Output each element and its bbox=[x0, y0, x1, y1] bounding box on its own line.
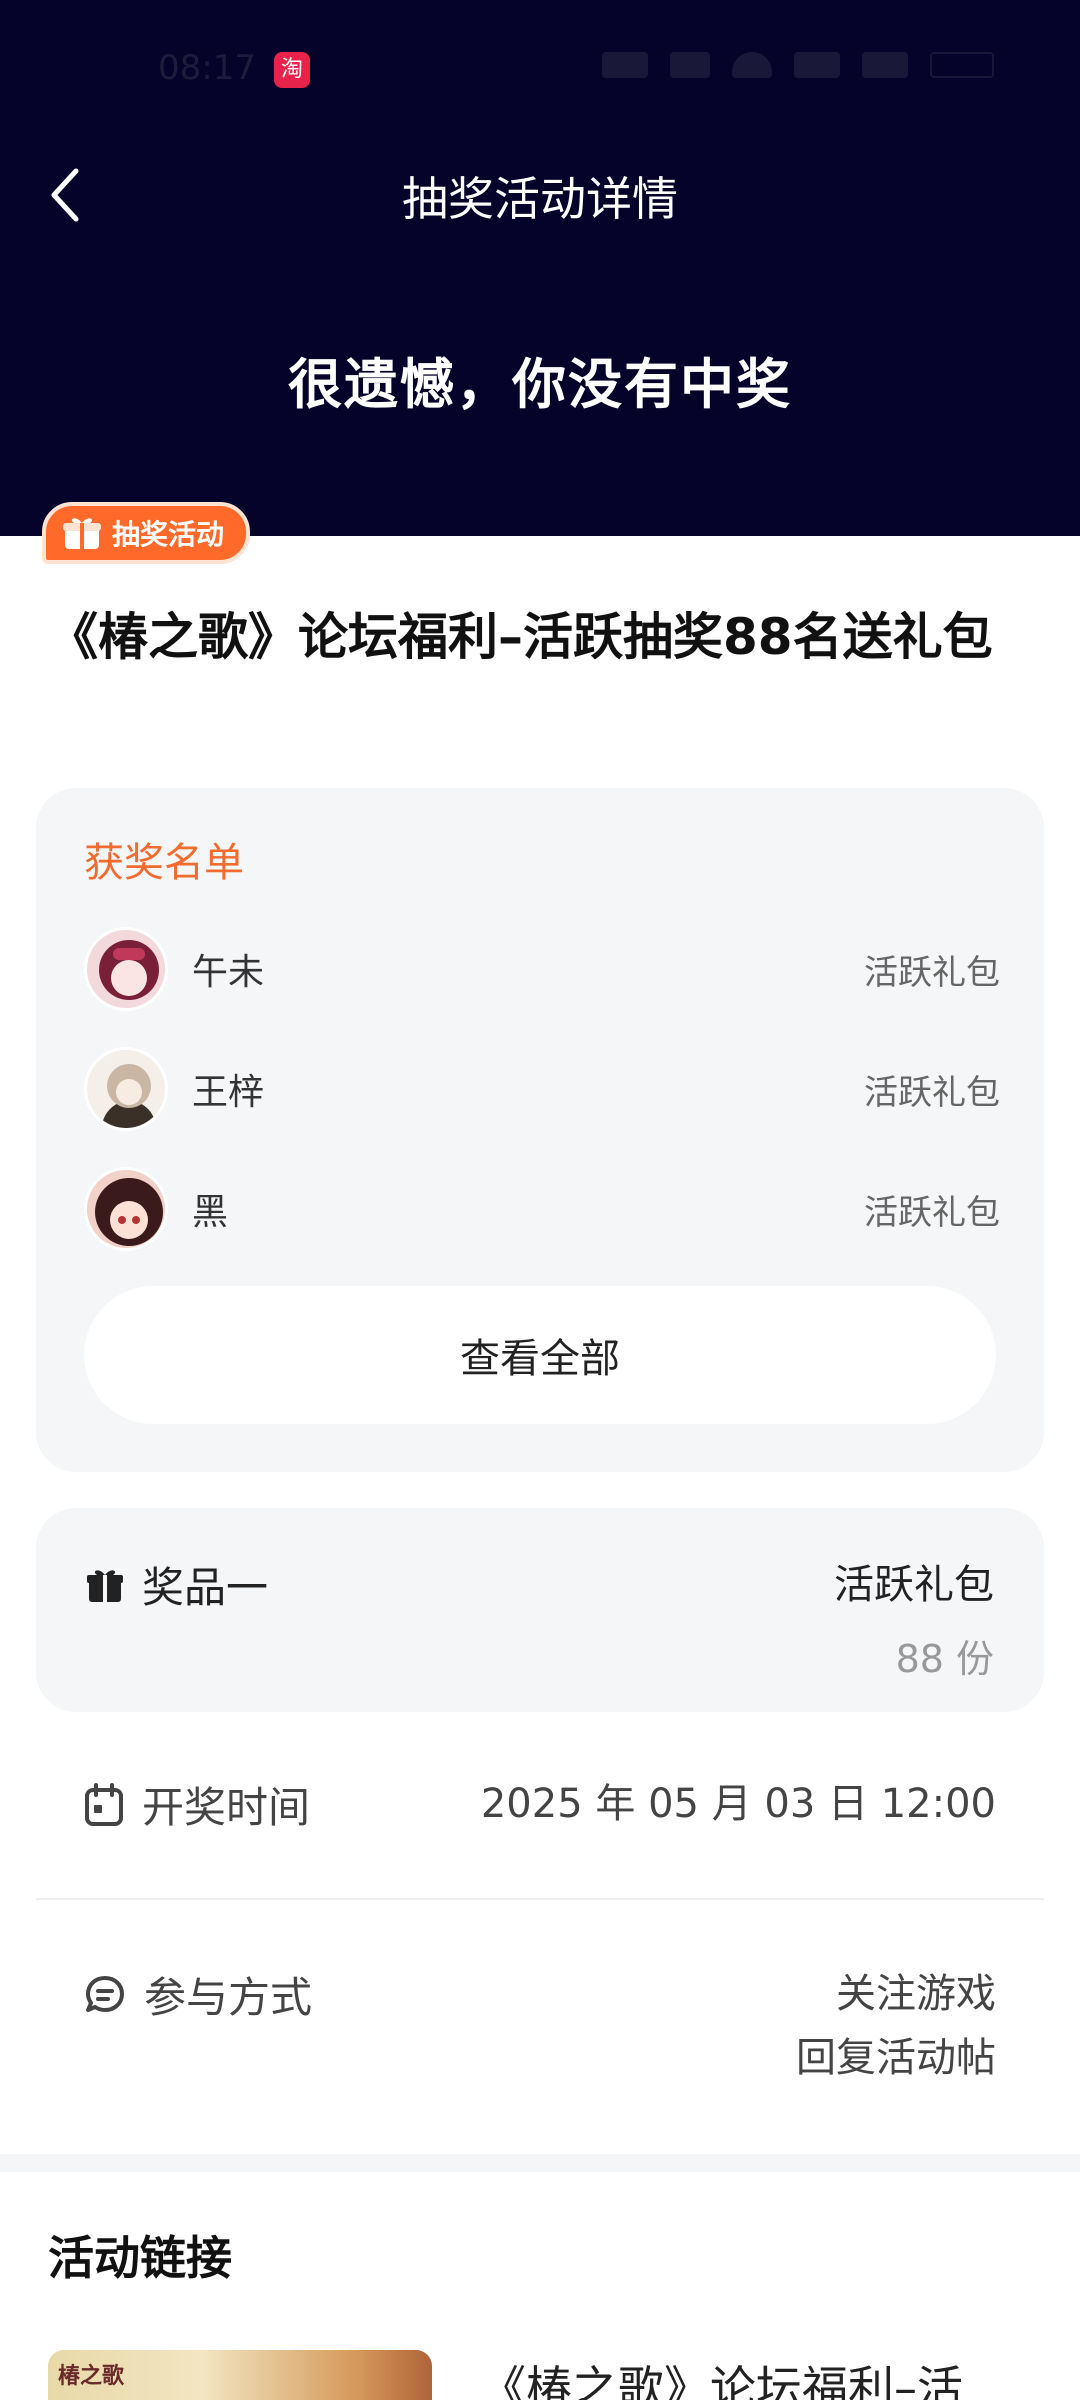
section-divider bbox=[0, 2154, 1080, 2172]
winner-prize: 活跃礼包 bbox=[864, 1072, 1000, 1113]
lottery-badge: 抽奖活动 bbox=[42, 502, 251, 564]
signal-icon bbox=[602, 52, 648, 78]
badge-label: 抽奖活动 bbox=[112, 518, 225, 551]
avatar bbox=[84, 1167, 168, 1251]
participation-method: 回复活动帖 bbox=[796, 2035, 996, 2081]
winner-name: 午未 bbox=[192, 952, 265, 993]
page-title: 抽奖活动详情 bbox=[402, 172, 678, 226]
divider bbox=[36, 1898, 1044, 1900]
prize-label: 奖品一 bbox=[142, 1563, 269, 1612]
gift-icon bbox=[87, 1569, 123, 1602]
status-icons bbox=[602, 52, 994, 78]
cellular-2-icon bbox=[862, 52, 908, 78]
winner-row[interactable]: 王梓 活跃礼包 bbox=[84, 1047, 1000, 1131]
winners-heading: 获奖名单 bbox=[84, 840, 244, 886]
status-bar: 08:17 淘 bbox=[0, 0, 1080, 140]
chat-icon bbox=[86, 1975, 124, 2012]
winner-name: 王梓 bbox=[192, 1072, 265, 1113]
avatar bbox=[84, 1047, 168, 1131]
thumbnail-game-logo: 椿之歌 bbox=[58, 2364, 125, 2389]
participation-method: 关注游戏 bbox=[836, 1971, 996, 2017]
battery-icon bbox=[930, 52, 994, 78]
prize-label-group: 奖品一 bbox=[86, 1554, 268, 1615]
result-message: 很遗憾，你没有中奖 bbox=[288, 353, 792, 416]
prize-card: 奖品一 活跃礼包 88 份 bbox=[36, 1508, 1044, 1712]
prize-name: 活跃礼包 bbox=[834, 1562, 994, 1608]
participation-methods: 关注游戏 回复活动帖 bbox=[796, 1962, 996, 2090]
activity-link-title[interactable]: 《椿之歌》论坛福利–活 bbox=[480, 2352, 963, 2400]
draw-time-value: 2025 年 05 月 03 日 12:00 bbox=[480, 1781, 996, 1827]
winner-name: 黑 bbox=[192, 1192, 229, 1233]
header-banner: 08:17 淘 抽奖活动详情 很遗憾，你没有中奖 bbox=[0, 0, 1080, 536]
draw-time-label: 开奖时间 bbox=[142, 1783, 311, 1832]
participation-label: 参与方式 bbox=[144, 1973, 313, 2022]
winners-card: 获奖名单 午未 活跃礼包 王梓 活跃礼包 黑 活跃礼包 查看全部 bbox=[36, 788, 1044, 1472]
participation-label-group: 参与方式 bbox=[84, 1964, 312, 2025]
wifi-icon bbox=[732, 52, 772, 78]
nfc-icon bbox=[670, 52, 710, 78]
status-time: 08:17 bbox=[158, 48, 256, 88]
gift-icon bbox=[62, 515, 102, 551]
winner-row[interactable]: 午未 活跃礼包 bbox=[84, 927, 1000, 1011]
winner-prize: 活跃礼包 bbox=[864, 1192, 1000, 1233]
prize-info: 活跃礼包 88 份 bbox=[834, 1552, 994, 1683]
activity-link-thumbnail[interactable]: 椿之歌 bbox=[48, 2350, 432, 2400]
winner-prize: 活跃礼包 bbox=[864, 952, 1000, 993]
prize-count: 88 份 bbox=[895, 1637, 994, 1681]
view-all-button[interactable]: 查看全部 bbox=[84, 1286, 996, 1424]
activity-link-heading: 活动链接 bbox=[48, 2231, 232, 2285]
cellular-icon bbox=[794, 52, 840, 78]
calendar-icon bbox=[85, 1782, 123, 1826]
avatar bbox=[84, 927, 168, 1011]
draw-time-label-group: 开奖时间 bbox=[84, 1774, 310, 1835]
taobao-app-icon: 淘 bbox=[274, 52, 310, 88]
winner-row[interactable]: 黑 活跃礼包 bbox=[84, 1167, 1000, 1251]
activity-title: 《椿之歌》论坛福利–活跃抽奖88名送礼包 bbox=[48, 608, 993, 666]
